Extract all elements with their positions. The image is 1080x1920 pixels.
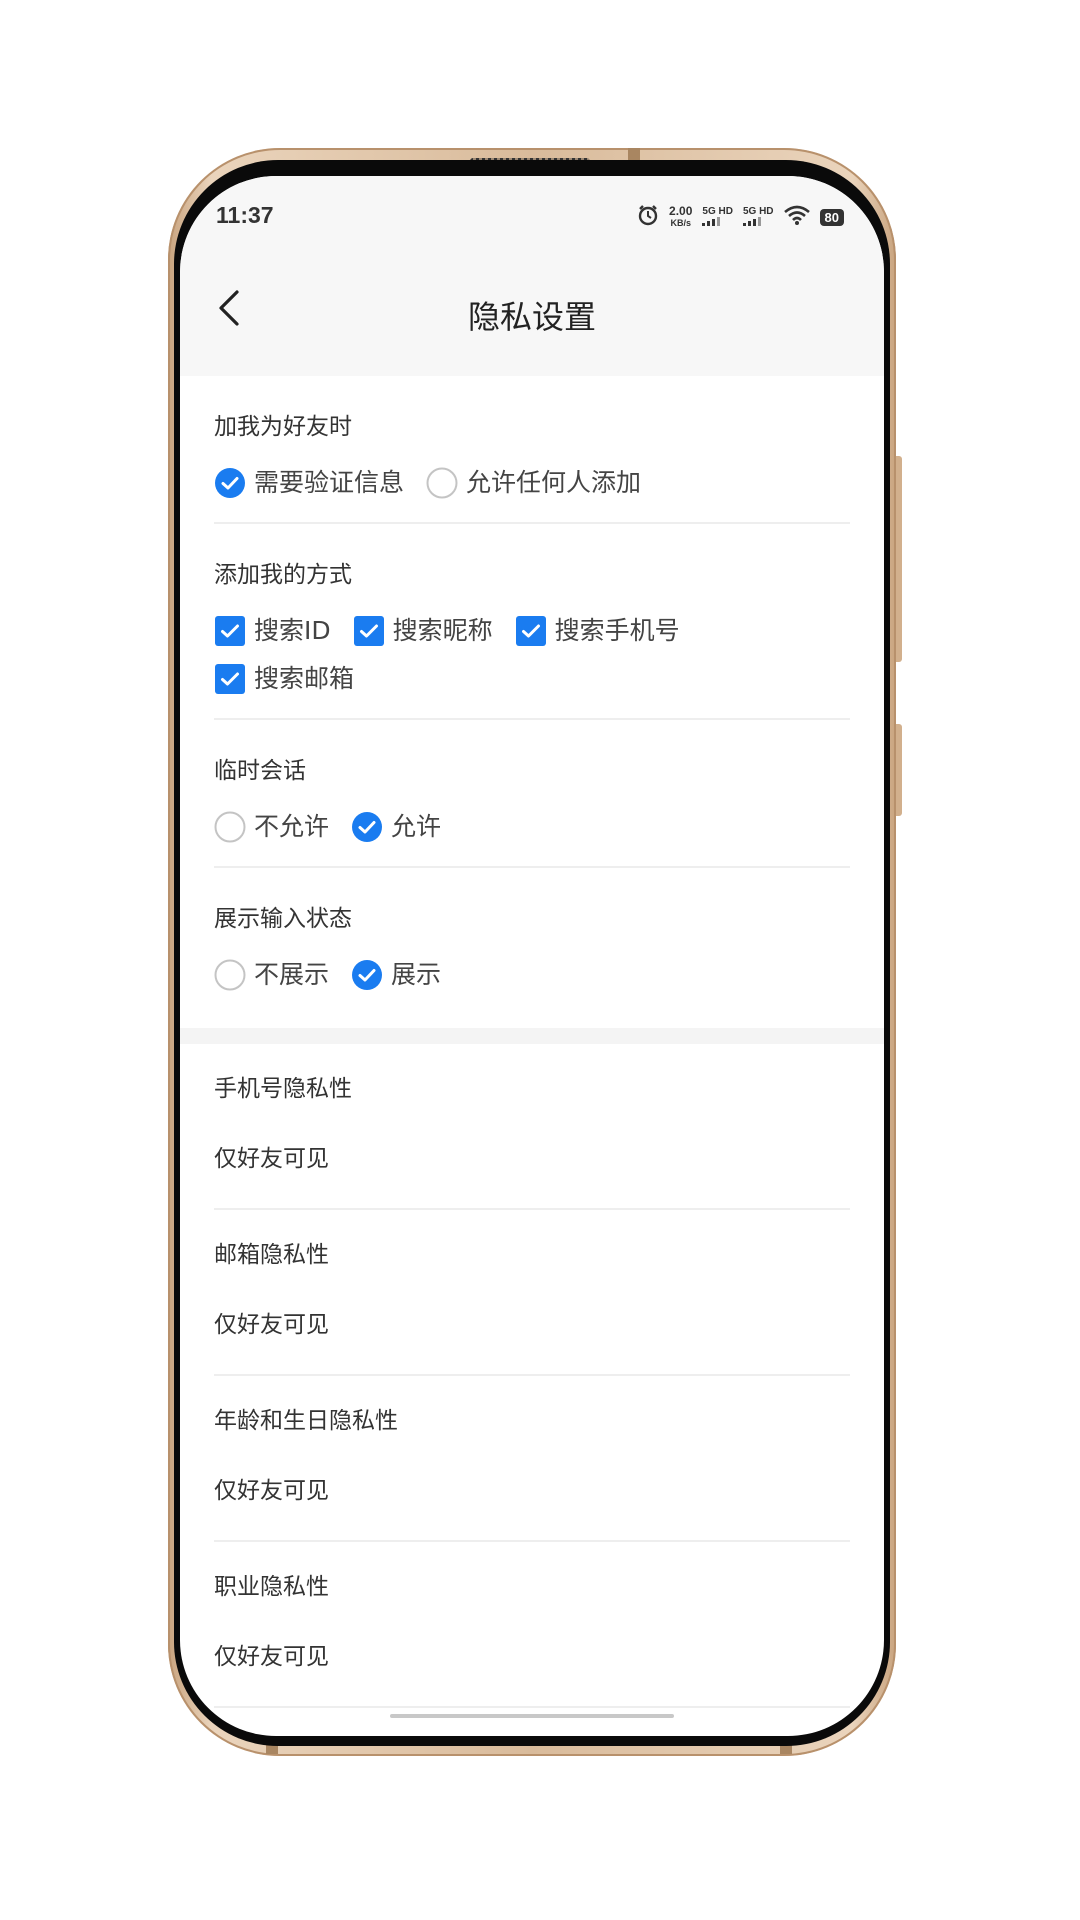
status-icons: 2.00 KB/s 5G HD 5G HD 80 [637,204,844,231]
signal-bars-icon [742,216,761,226]
power-button [896,724,902,816]
option-require-verification[interactable]: 需要验证信息 [214,466,404,500]
option-hide-typing[interactable]: 不展示 [214,958,329,992]
option-allow-anyone[interactable]: 允许任何人添加 [426,466,641,500]
battery-icon: 80 [819,209,844,226]
radio-checked-icon[interactable] [214,467,246,499]
option-list: 搜索ID 搜索昵称 搜索手机号 搜索邮箱 [214,590,850,718]
option-disallow[interactable]: 不允许 [214,810,329,844]
signal-2-label: 5G HD [742,205,774,217]
privacy-section: 手机号隐私性 仅好友可见 邮箱隐私性 仅好友可见 年龄和生日隐私性 仅好友可见 … [180,1044,884,1708]
privacy-label: 邮箱隐私性 [214,1242,329,1268]
home-indicator[interactable] [390,1714,674,1718]
status-bar: 11:37 2.00 KB/s 5G HD 5G HD 80 [180,176,884,256]
option-label: 允许任何人添加 [466,468,642,497]
privacy-item-birthday[interactable]: 年龄和生日隐私性 仅好友可见 [214,1376,850,1542]
option-search-phone[interactable]: 搜索手机号 [515,614,680,648]
option-label: 搜索昵称 [392,616,493,645]
option-list: 不允许 允许 [214,786,850,866]
radio-unchecked-icon[interactable] [214,811,246,843]
checkbox-checked-icon[interactable] [214,615,246,647]
group-title: 添加我的方式 [214,562,352,588]
radio-checked-icon[interactable] [351,811,383,843]
privacy-value[interactable]: 仅好友可见 [214,1602,850,1706]
privacy-value[interactable]: 仅好友可见 [214,1436,850,1540]
option-search-email[interactable]: 搜索邮箱 [214,662,354,696]
option-list: 需要验证信息 允许任何人添加 [214,442,850,522]
privacy-value[interactable]: 仅好友可见 [214,1270,850,1374]
privacy-item-occupation[interactable]: 职业隐私性 仅好友可见 [214,1542,850,1708]
group-temp-chat: 临时会话 不允许 允许 [214,720,850,868]
signal-1: 5G HD [702,205,733,229]
option-label: 搜索邮箱 [254,664,355,693]
signal-1-label: 5G HD [702,205,733,217]
option-list: 不展示 展示 [214,934,850,1014]
option-label: 不展示 [254,960,330,989]
network-speed: 2.00 KB/s [669,204,693,229]
privacy-item-phone[interactable]: 手机号隐私性 仅好友可见 [214,1044,850,1210]
option-show-typing[interactable]: 展示 [351,958,441,992]
option-label: 展示 [391,960,442,989]
privacy-value[interactable]: 仅好友可见 [214,1104,850,1208]
option-label: 需要验证信息 [254,468,405,497]
option-search-id[interactable]: 搜索ID [214,614,331,648]
privacy-label: 职业隐私性 [214,1574,329,1600]
option-search-nickname[interactable]: 搜索昵称 [353,614,493,648]
checkbox-checked-icon[interactable] [515,615,547,647]
option-label: 搜索ID [254,616,331,645]
checkbox-checked-icon[interactable] [353,615,385,647]
option-label: 允许 [391,812,442,841]
status-time: 11:37 [216,202,274,228]
wifi-icon [783,205,810,230]
network-speed-value: 2.00 [669,204,693,218]
checkbox-checked-icon[interactable] [214,663,246,695]
divider [214,1706,850,1708]
group-add-friend: 加我为好友时 需要验证信息 允许任何人添加 [214,376,850,524]
privacy-label: 手机号隐私性 [214,1076,352,1102]
volume-button [896,456,902,662]
signal-2: 5G HD [742,205,774,229]
phone-screen: 11:37 2.00 KB/s 5G HD 5G HD 80 隐私设置 加我为好… [180,176,884,1736]
option-label: 不允许 [254,812,330,841]
alarm-icon [637,204,659,231]
nav-bar: 隐私设置 [180,256,884,376]
friend-settings-section: 加我为好友时 需要验证信息 允许任何人添加 添加我的方式 搜索ID 搜索昵称 搜… [180,376,884,1014]
group-add-methods: 添加我的方式 搜索ID 搜索昵称 搜索手机号 搜索邮箱 [214,524,850,720]
option-allow[interactable]: 允许 [351,810,441,844]
network-speed-unit: KB/s [670,218,691,228]
page-title: 隐私设置 [467,298,596,336]
option-label: 搜索手机号 [554,616,680,645]
group-title: 展示输入状态 [214,906,352,932]
section-separator [180,1028,884,1044]
radio-checked-icon[interactable] [351,959,383,991]
radio-unchecked-icon[interactable] [214,959,246,991]
group-title: 临时会话 [214,758,306,784]
signal-bars-icon [702,216,721,226]
settings-content: 加我为好友时 需要验证信息 允许任何人添加 添加我的方式 搜索ID 搜索昵称 搜… [180,376,884,1708]
privacy-item-email[interactable]: 邮箱隐私性 仅好友可见 [214,1210,850,1376]
radio-unchecked-icon[interactable] [426,467,458,499]
group-title: 加我为好友时 [214,414,352,440]
group-typing-status: 展示输入状态 不展示 展示 [214,868,850,1014]
privacy-label: 年龄和生日隐私性 [214,1408,398,1434]
